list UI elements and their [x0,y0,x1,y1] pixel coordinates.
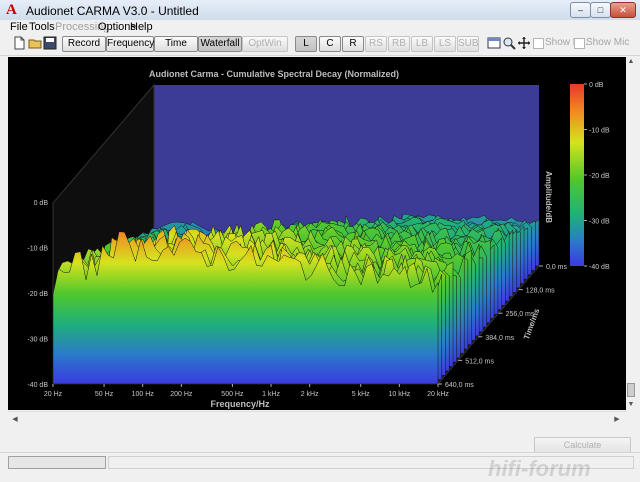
scroll-right-arrow-icon[interactable]: ▶ [612,415,622,425]
minimize-button[interactable]: – [570,2,591,18]
x-tick-label: 1 kHz [262,391,280,398]
progress-bar [8,456,106,469]
x-axis-ticks: 20 Hz 50 Hz 100 Hz 200 Hz 500 Hz 1 kHz 2 kHz 5 … [44,384,449,398]
x-tick-label: 10 kHz [388,391,410,398]
y-axis-ticks: 0 dB -10 dB -20 dB -30 dB -40 dB [27,200,48,389]
y-tick-label: -10 dB [27,246,48,253]
channel-c-button[interactable]: C [319,36,341,52]
x-tick-label: 200 Hz [170,391,193,398]
time-tick-label: 128,0 ms [526,288,555,295]
menu-file[interactable]: File [10,21,28,33]
frequency-button[interactable]: Frequency [106,36,154,52]
menu-bar: File Tools Processing Options Help [0,20,640,33]
menu-help[interactable]: Help [130,21,153,33]
record-button[interactable]: Record [62,36,106,52]
scroll-left-arrow-icon[interactable]: ◀ [10,415,20,425]
color-scale-ticks: 0 dB -10 dB -20 dB -30 dB -40 dB [584,82,610,271]
y-tick-label: -20 dB [27,291,48,298]
time-tick-label: 640,0 ms [445,382,474,389]
waterfall-plot: Audionet Carma - Cumulative Spectral Dec… [8,57,626,410]
x-tick-label: 50 Hz [95,391,114,398]
x-tick-label: 5 kHz [352,391,370,398]
color-tick-label: -30 dB [589,219,610,226]
app-logo-icon: A [6,2,17,18]
calculate-button[interactable]: Calculate [534,437,631,453]
color-tick-label: 0 dB [589,82,604,89]
window-view-icon[interactable] [487,36,501,50]
channel-ls-button[interactable]: LS [434,36,456,52]
scroll-up-arrow-icon[interactable]: ▲ [626,57,636,67]
channel-r-button[interactable]: R [342,36,364,52]
chart-title: Audionet Carma - Cumulative Spectral Dec… [149,69,399,79]
channel-l-button[interactable]: L [295,36,317,52]
y-tick-label: -30 dB [27,337,48,344]
time-button[interactable]: Time [154,36,198,52]
y-axis-label: Amplitude/dB [544,171,553,223]
x-axis-label: Frequency/Hz [210,399,270,409]
vertical-scrollbar[interactable]: ▲ ▼ [626,57,636,410]
toolbar: Record Frequency Time Waterfall OptWin L… [0,33,640,56]
waterfall-chart: Audionet Carma - Cumulative Spectral Dec… [27,69,610,409]
channel-rb-button[interactable]: RB [388,36,410,52]
color-tick-label: -20 dB [589,173,610,180]
divider [0,452,640,453]
save-icon[interactable] [43,36,57,50]
waterfall-button[interactable]: Waterfall [198,36,242,52]
x-tick-label: 2 kHz [301,391,319,398]
show-mic-checkbox[interactable] [574,38,585,49]
time-tick-label: 512,0 ms [465,358,494,365]
show-mic-label: Show Mic [586,37,630,48]
window-title: Audionet CARMA V3.0 - Untitled [26,4,199,18]
open-folder-icon[interactable] [28,36,42,50]
x-tick-label: 500 Hz [221,391,244,398]
x-tick-label: 100 Hz [132,391,155,398]
watermark: hifi-forum [488,456,591,481]
time-tick-label: 0,0 ms [546,264,568,271]
optwin-button[interactable]: OptWin [242,36,288,52]
channel-rs-button[interactable]: RS [365,36,387,52]
vertical-scroll-thumb[interactable] [627,383,635,397]
pan-move-icon[interactable] [517,36,531,50]
menu-tools[interactable]: Tools [29,21,55,33]
y-tick-label: -40 dB [27,382,48,389]
maximize-button[interactable]: □ [590,2,611,18]
title-bar: A Audionet CARMA V3.0 - Untitled – □ ✕ [0,0,640,21]
close-button[interactable]: ✕ [610,2,636,18]
channel-lb-button[interactable]: LB [411,36,433,52]
zoom-icon[interactable] [502,36,516,50]
color-tick-label: -40 dB [589,264,610,271]
color-scale-bar [570,84,584,266]
color-tick-label: -10 dB [589,128,610,135]
x-tick-label: 20 kHz [427,391,449,398]
horizontal-scrollbar[interactable]: ◀ ▶ [8,411,626,428]
time-tick-label: 384,0 ms [485,335,514,342]
scroll-down-arrow-icon[interactable]: ▼ [626,400,636,410]
x-tick-label: 20 Hz [44,391,63,398]
new-file-icon[interactable] [12,36,26,50]
show-eq-checkbox[interactable] [533,38,544,49]
y-tick-label: 0 dB [34,200,49,207]
scroll-corner [626,411,636,427]
channel-sub-button[interactable]: SUB [457,36,479,52]
